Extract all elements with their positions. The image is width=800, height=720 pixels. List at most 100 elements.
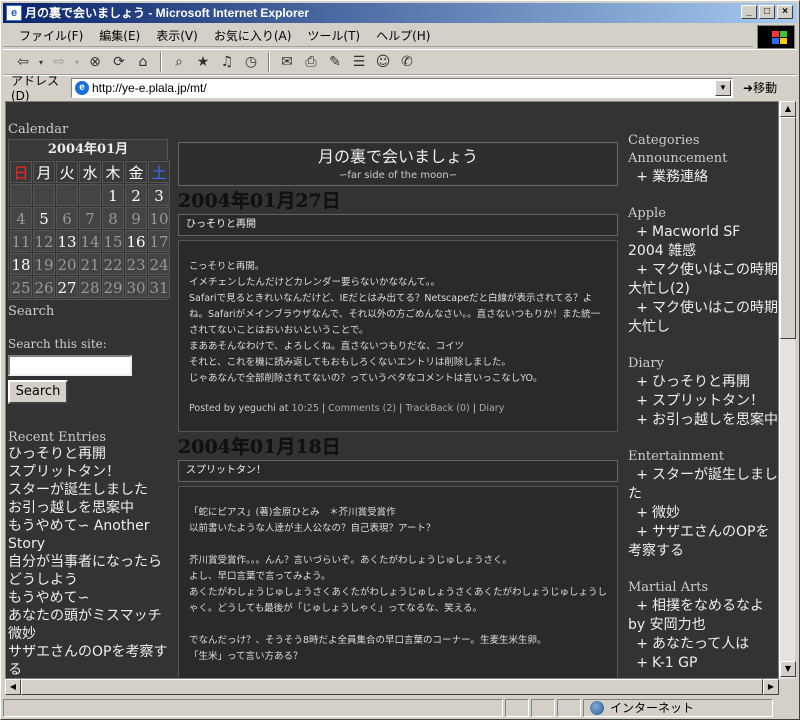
- calendar-day[interactable]: 27: [56, 276, 78, 298]
- menu-edit[interactable]: 編集(E): [91, 25, 148, 46]
- entry-paragraph: でなんだっけ？、そうそう8時だよ全員集合の早口言葉のコーナー。生麦生米生卵。: [189, 635, 547, 646]
- category-item[interactable]: + スプリットタン！: [628, 392, 778, 411]
- print-icon[interactable]: ⎙: [301, 52, 321, 72]
- horizontal-scrollbar[interactable]: ◀ ▶: [5, 679, 779, 695]
- recent-entry-link[interactable]: お引っ越しを思案中: [8, 499, 172, 517]
- trackback-link[interactable]: TrackBack (0): [405, 403, 469, 414]
- calendar-day: 29: [102, 276, 124, 298]
- home-icon[interactable]: ⌂: [133, 52, 153, 72]
- blog-subtitle: ∽far side of the moon∽: [338, 170, 458, 181]
- stop-icon[interactable]: ⊗: [85, 52, 105, 72]
- menu-view[interactable]: 表示(V): [148, 25, 206, 46]
- comments-link[interactable]: Comments (2): [328, 403, 396, 414]
- calendar-day[interactable]: 18: [10, 253, 32, 275]
- category-item[interactable]: + お引っ越しを思案中: [628, 411, 778, 430]
- category-name[interactable]: Announcement: [628, 150, 778, 168]
- blog-banner[interactable]: 月の裏で会いましょう ∽far side of the moon∽: [178, 142, 618, 186]
- go-button[interactable]: ➜移動: [743, 79, 777, 96]
- scroll-down-button[interactable]: ▼: [780, 661, 796, 677]
- calendar-day: 8: [102, 207, 124, 229]
- category-link[interactable]: Diary: [479, 403, 504, 414]
- category-item-label[interactable]: ひっそりと再開: [652, 374, 750, 390]
- search-button[interactable]: Search: [8, 380, 68, 404]
- category-spacer: [628, 430, 778, 448]
- scroll-left-button[interactable]: ◀: [5, 679, 21, 695]
- entry-date: 2004年01月18日: [178, 436, 341, 458]
- calendar-day[interactable]: 3: [148, 184, 170, 206]
- mail-icon[interactable]: ✉: [277, 52, 297, 72]
- category-item-label[interactable]: お引っ越しを思案中: [652, 412, 778, 428]
- minimize-button[interactable]: _: [741, 5, 757, 19]
- category-item[interactable]: + ひっそりと再開: [628, 373, 778, 392]
- menu-file[interactable]: ファイル(F): [11, 25, 91, 46]
- category-item-label[interactable]: 微妙: [652, 505, 680, 521]
- category-item-label[interactable]: あなたって人は: [652, 636, 749, 652]
- category-item[interactable]: + Macworld SF 2004 雑感: [628, 223, 778, 261]
- menu-tools[interactable]: ツール(T): [299, 25, 368, 46]
- media-icon[interactable]: ♫: [217, 52, 237, 72]
- favorites-icon[interactable]: ★: [193, 52, 213, 72]
- category-item[interactable]: + 微妙: [628, 504, 778, 523]
- recent-entry-link[interactable]: 自分が当事者になったらどうしよう: [8, 553, 172, 589]
- category-item-label[interactable]: K-1 GP: [652, 655, 697, 671]
- recent-entry-link[interactable]: サザエさんのOPを考察する: [8, 643, 172, 678]
- close-button[interactable]: ×: [777, 5, 793, 19]
- search-input[interactable]: [8, 355, 132, 376]
- forward-dropdown-icon[interactable]: ▾: [73, 52, 81, 72]
- category-item[interactable]: + マク使いはこの時期大忙し(2): [628, 261, 778, 299]
- category-item[interactable]: + 相撲をなめるなよ by 安岡力也: [628, 597, 778, 635]
- title-bar[interactable]: e 月の裏で会いましょう - Microsoft Internet Explor…: [3, 3, 797, 23]
- vertical-scrollbar[interactable]: ▲ ▼: [779, 101, 796, 679]
- maximize-button[interactable]: □: [759, 5, 775, 19]
- address-dropdown-icon[interactable]: ▼: [715, 79, 731, 96]
- back-dropdown-icon[interactable]: ▾: [37, 52, 45, 72]
- entry-title[interactable]: スプリットタン！: [178, 460, 618, 482]
- menu-help[interactable]: ヘルプ(H): [368, 25, 438, 46]
- search-icon[interactable]: ⌕: [169, 52, 189, 72]
- forward-icon[interactable]: ⇨: [49, 52, 69, 72]
- calendar-day[interactable]: 2: [125, 184, 147, 206]
- recent-entry-link[interactable]: もうやめて∽: [8, 589, 172, 607]
- calendar-day[interactable]: 13: [56, 230, 78, 252]
- discuss-icon[interactable]: ☰: [349, 52, 369, 72]
- calendar-day[interactable]: 5: [33, 207, 55, 229]
- blog-title[interactable]: 月の裏で会いましょう: [179, 143, 617, 169]
- entry-paragraph: まああそんなわけで、よろしくね。直さないつもりだな、コイツ: [189, 341, 465, 352]
- category-item-label[interactable]: スプリットタン！: [652, 393, 764, 409]
- calendar-day[interactable]: 1: [102, 184, 124, 206]
- back-icon[interactable]: ⇦: [13, 52, 33, 72]
- category-name[interactable]: Diary: [628, 355, 778, 373]
- category-item[interactable]: + サザエさんのOPを考察する: [628, 523, 778, 561]
- horizontal-scroll-thumb[interactable]: [21, 679, 763, 695]
- category-item[interactable]: + マク使いはこの時期大忙し: [628, 299, 778, 337]
- address-input[interactable]: e http://ye-e.plala.jp/mt/ ▼: [71, 77, 733, 98]
- permalink-time[interactable]: 10:25: [291, 403, 318, 414]
- category-name[interactable]: Apple: [628, 205, 778, 223]
- vertical-scroll-thumb[interactable]: [780, 117, 796, 339]
- category-item[interactable]: + K-1 GP: [628, 654, 778, 673]
- recent-entry-link[interactable]: スターが誕生しました: [8, 481, 172, 499]
- recent-entry-link[interactable]: ひっそりと再開: [8, 445, 172, 463]
- recent-entry-link[interactable]: もうやめて∽ Another Story: [8, 517, 172, 553]
- category-item-label[interactable]: 業務連絡: [652, 169, 708, 185]
- scroll-up-button[interactable]: ▲: [780, 101, 796, 117]
- recent-entry-link[interactable]: あなたの頭がミスマッチ微妙: [8, 607, 172, 643]
- calendar-day: 21: [79, 253, 101, 275]
- research-icon[interactable]: ✆: [397, 52, 417, 72]
- recent-entry-link[interactable]: スプリットタン！: [8, 463, 172, 481]
- category-name[interactable]: Entertainment: [628, 448, 778, 466]
- category-name[interactable]: Martial Arts: [628, 579, 778, 597]
- calendar-day[interactable]: 16: [125, 230, 147, 252]
- menu-favorites[interactable]: お気に入り(A): [206, 25, 300, 46]
- category-item[interactable]: + 業務連絡: [628, 168, 778, 187]
- category-item[interactable]: + あなたって人は: [628, 635, 778, 654]
- category-item[interactable]: + スターが誕生しました: [628, 466, 778, 504]
- edit-icon[interactable]: ✎: [325, 52, 345, 72]
- address-bar: アドレス(D) e http://ye-e.plala.jp/mt/ ▼ ➜移動: [3, 74, 797, 103]
- refresh-icon[interactable]: ⟳: [109, 52, 129, 72]
- scroll-right-button[interactable]: ▶: [763, 679, 779, 695]
- entry-title[interactable]: ひっそりと再開: [178, 214, 618, 236]
- right-sidebar: Categories Announcement + 業務連絡 Apple + Macwor…: [628, 132, 778, 673]
- history-icon[interactable]: ◷: [241, 52, 261, 72]
- messenger-icon[interactable]: ☺: [373, 52, 393, 72]
